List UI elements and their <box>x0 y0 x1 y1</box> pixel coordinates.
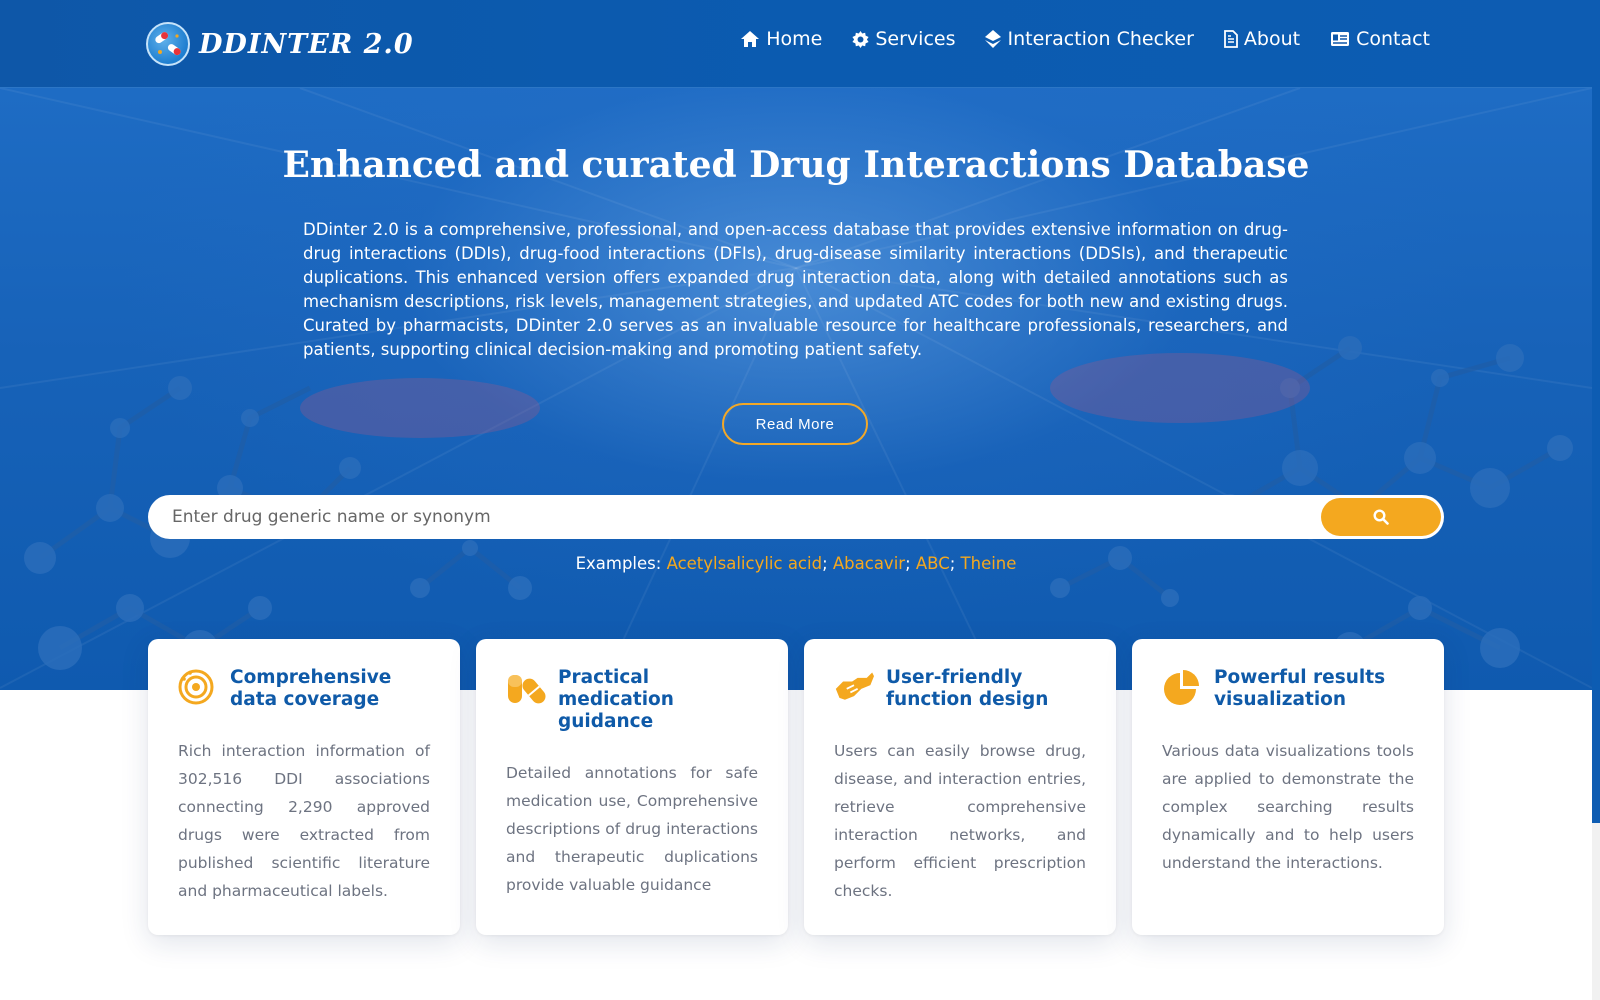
search-input[interactable] <box>172 495 1272 539</box>
handshake-icon <box>835 672 874 700</box>
feature-text: Detailed annotations for safe medication… <box>506 764 758 894</box>
target-icon <box>178 669 214 705</box>
example-link[interactable]: ABC <box>916 554 950 573</box>
gear-icon <box>852 30 869 48</box>
nav-about-label: About <box>1243 28 1301 50</box>
nav-home-label: Home <box>766 28 823 50</box>
example-link[interactable]: Acetylsalicylic acid <box>667 554 822 573</box>
nav-services-label: Services <box>875 28 956 50</box>
pills-icon <box>508 675 546 704</box>
pie-chart-icon <box>1164 670 1199 705</box>
search-bar <box>148 495 1444 539</box>
feature-cards: Comprehensive data coverage Rich interac… <box>148 639 1444 935</box>
home-icon <box>741 31 760 47</box>
example-separator: ; <box>905 554 911 573</box>
example-separator: ; <box>822 554 828 573</box>
search-button[interactable] <box>1321 498 1441 536</box>
feature-title: Practical medication guidance <box>558 667 674 732</box>
diamond-icon <box>985 30 1002 48</box>
example-link[interactable]: Abacavir <box>833 554 905 573</box>
page: DDINTER 2.0 Home Services Interaction Ch… <box>0 0 1600 1000</box>
search-examples: Examples: Acetylsalicylic acid; Abacavir… <box>0 554 1592 573</box>
main-nav: Home Services Interaction Checker About … <box>740 28 1430 50</box>
feature-text: Rich interaction information of 302,516 … <box>178 742 430 900</box>
page-scrollbar[interactable] <box>1592 0 1600 1000</box>
nav-services[interactable]: Services <box>852 28 955 50</box>
nav-contact-label: Contact <box>1356 28 1430 50</box>
nav-interaction-checker[interactable]: Interaction Checker <box>985 28 1194 50</box>
feature-card: Comprehensive data coverage Rich interac… <box>148 639 460 935</box>
brand[interactable]: DDINTER 2.0 <box>146 22 414 66</box>
pill-capsule-icon <box>146 22 190 66</box>
read-more-button[interactable]: Read More <box>722 403 868 445</box>
hero-title: Enhanced and curated Drug Interactions D… <box>282 144 1310 186</box>
brand-name: DDINTER 2.0 <box>199 28 414 60</box>
contact-card-icon <box>1331 32 1350 46</box>
hero-description: DDinter 2.0 is a comprehensive, professi… <box>303 220 1288 359</box>
search-icon <box>1373 509 1389 525</box>
example-link[interactable]: Theine <box>961 554 1017 573</box>
feature-text: Users can easily browse drug, disease, a… <box>834 742 1086 900</box>
scrollbar-thumb[interactable] <box>1592 0 1600 823</box>
feature-title: Comprehensive data coverage <box>230 667 392 710</box>
feature-card: User-friendly function design Users can … <box>804 639 1116 935</box>
feature-card: Practical medication guidance Detailed a… <box>476 639 788 935</box>
hero-section: Enhanced and curated Drug Interactions D… <box>0 88 1592 690</box>
examples-label: Examples: <box>575 554 662 573</box>
feature-card: Powerful results visualization Various d… <box>1132 639 1444 935</box>
nav-interaction-checker-label: Interaction Checker <box>1007 28 1194 50</box>
nav-home[interactable]: Home <box>740 28 822 50</box>
feature-title: Powerful results visualization <box>1214 667 1386 710</box>
nav-contact[interactable]: Contact <box>1330 28 1430 50</box>
nav-about[interactable]: About <box>1223 28 1301 50</box>
feature-title: User-friendly function design <box>886 667 1049 710</box>
document-icon <box>1223 30 1238 48</box>
navbar: DDINTER 2.0 Home Services Interaction Ch… <box>0 0 1592 88</box>
feature-text: Various data visualizations tools are ap… <box>1162 742 1414 872</box>
example-separator: ; <box>949 554 956 573</box>
